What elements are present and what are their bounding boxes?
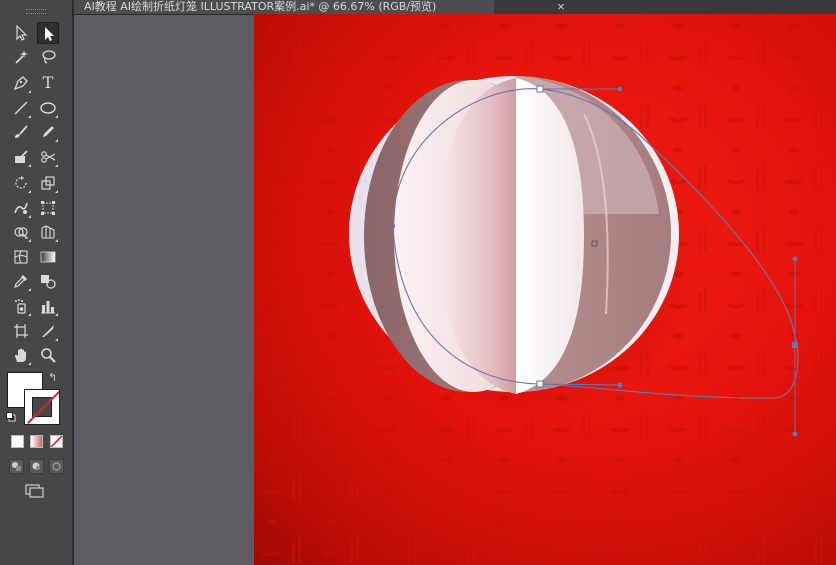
anchor-point-bottom[interactable]: [536, 380, 544, 388]
tools-panel: T ↰: [0, 0, 74, 565]
color-mode-icon[interactable]: [11, 435, 24, 448]
perspective-grid-tool-icon[interactable]: [37, 221, 59, 243]
gradient-mode-icon[interactable]: [30, 435, 43, 448]
panel-grip[interactable]: [26, 9, 46, 14]
column-graph-tool-icon[interactable]: [37, 295, 59, 317]
magic-wand-tool-icon[interactable]: [10, 46, 32, 68]
mesh-tool-icon[interactable]: [10, 246, 32, 268]
anchor-point-left[interactable]: [391, 224, 395, 228]
anchor-point-top[interactable]: [536, 85, 544, 93]
rotate-tool-icon[interactable]: [10, 172, 32, 194]
line-segment-tool-icon[interactable]: [10, 97, 32, 119]
zoom-tool-icon[interactable]: [37, 344, 59, 366]
close-tab-icon[interactable]: ×: [554, 0, 568, 14]
draw-inside-icon[interactable]: [49, 459, 64, 474]
document-tab-bar: AI教程 AI绘制折纸灯笼 ILLUSTRATOR案例.ai* @ 66.67%…: [74, 0, 836, 15]
selection-tool-icon[interactable]: [10, 22, 32, 44]
pencil-tool-icon[interactable]: [37, 121, 59, 143]
hand-tool-icon[interactable]: [10, 344, 32, 366]
scissors-tool-icon[interactable]: [37, 146, 59, 168]
warp-tool-icon[interactable]: [10, 197, 32, 219]
swap-fill-stroke-icon[interactable]: ↰: [48, 371, 57, 384]
default-fill-stroke-icon[interactable]: [6, 412, 16, 422]
blend-tool-icon[interactable]: [37, 270, 59, 292]
artwork: [254, 14, 836, 565]
eyedropper-tool-icon[interactable]: [10, 270, 32, 292]
draw-behind-icon[interactable]: [29, 459, 44, 474]
free-transform-tool-icon[interactable]: [37, 197, 59, 219]
scale-tool-icon[interactable]: [37, 172, 59, 194]
lasso-tool-icon[interactable]: [37, 46, 59, 68]
slice-tool-icon[interactable]: [37, 320, 59, 342]
pen-tool-icon[interactable]: [10, 72, 32, 94]
artboard-tool-icon[interactable]: [10, 320, 32, 342]
screen-mode-icon[interactable]: [25, 484, 45, 498]
handle-point-right-top[interactable]: [792, 256, 798, 262]
handle-point-right-bottom[interactable]: [792, 431, 798, 437]
stroke-color-swatch[interactable]: [24, 389, 60, 425]
artboard-canvas[interactable]: [254, 14, 836, 565]
none-mode-icon[interactable]: [50, 435, 63, 448]
symbol-sprayer-tool-icon[interactable]: [10, 295, 32, 317]
handle-point-top[interactable]: [617, 86, 623, 92]
ellipse-tool-icon[interactable]: [37, 97, 59, 119]
type-tool-icon[interactable]: T: [37, 72, 59, 94]
paintbrush-tool-icon[interactable]: [10, 121, 32, 143]
handle-point-bottom[interactable]: [617, 382, 623, 388]
shape-builder-tool-icon[interactable]: [10, 221, 32, 243]
direct-selection-tool-icon[interactable]: [37, 22, 59, 44]
anchor-point-right[interactable]: [792, 342, 798, 348]
draw-normal-icon[interactable]: [9, 459, 24, 474]
document-tab[interactable]: AI教程 AI绘制折纸灯笼 ILLUSTRATOR案例.ai* @ 66.67%…: [74, 0, 494, 14]
gradient-tool-icon[interactable]: [37, 246, 59, 268]
blob-brush-tool-icon[interactable]: [10, 146, 32, 168]
